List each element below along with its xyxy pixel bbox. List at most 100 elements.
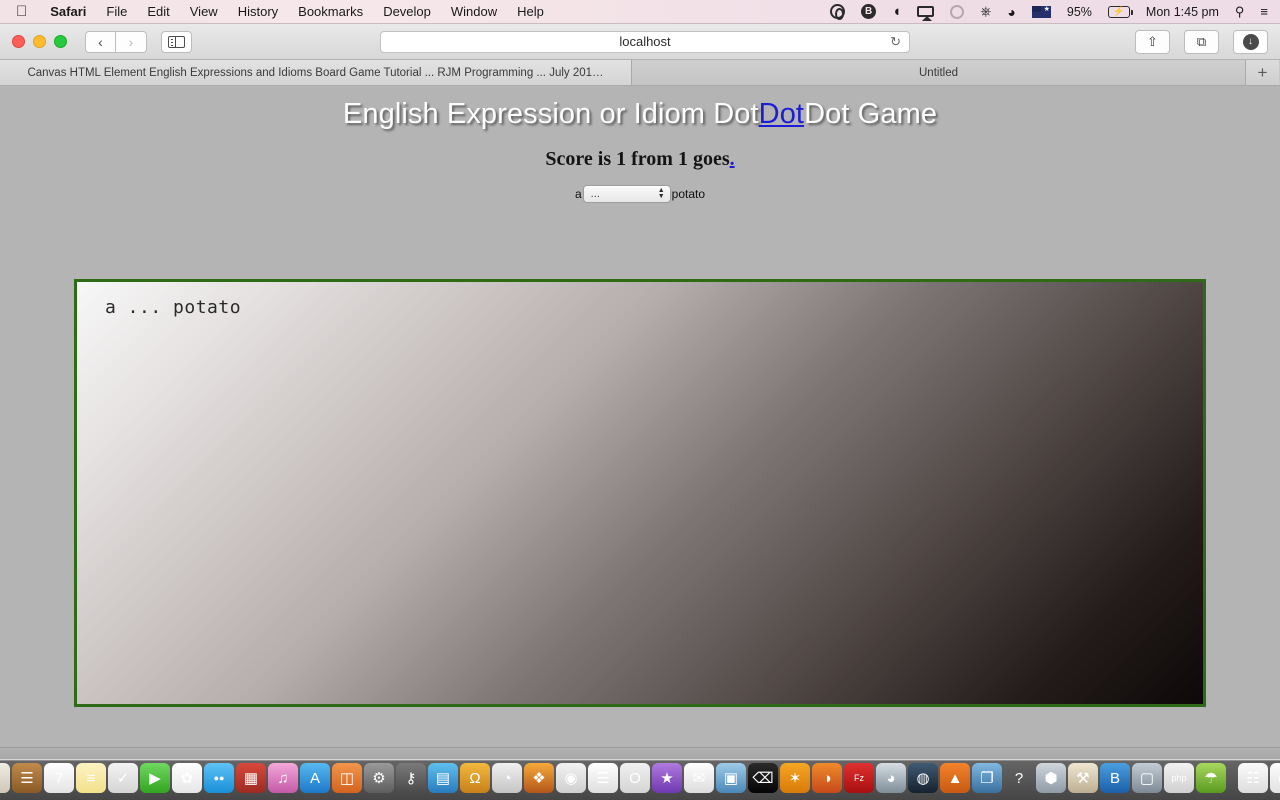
share-icon: ⇧: [1147, 33, 1158, 49]
notification-center-icon[interactable]: ≡: [1252, 4, 1280, 19]
dropbox-icon[interactable]: [822, 4, 853, 20]
menu-item-help[interactable]: Help: [507, 4, 554, 19]
dock-icon-photo-booth[interactable]: ▦: [236, 763, 266, 793]
new-tab-button[interactable]: +: [1246, 60, 1279, 85]
dock-icon-automator[interactable]: ⚒: [1068, 763, 1098, 793]
dock-icon-photos[interactable]: ✿: [172, 763, 202, 793]
tabs-icon: ⧉: [1196, 33, 1207, 49]
canvas-phrase-text: a ... potato: [105, 297, 242, 318]
dock-icon-vlc[interactable]: ▲: [940, 763, 970, 793]
dock-icon-system-preferences[interactable]: ⚙: [364, 763, 394, 793]
close-window-button[interactable]: [12, 35, 25, 48]
dock: ☺◉✥✎☰7≡✓▶✿●●▦♫A◫⚙⚷▤Ω◔❖◉☰O★✉▣⌫✶◑Fz◕◍▲❐?⬢⚒…: [0, 760, 1280, 800]
dock-icon-app-store[interactable]: A: [300, 763, 330, 793]
menu-item-bookmarks[interactable]: Bookmarks: [288, 4, 373, 19]
dot-link[interactable]: Dot: [759, 98, 804, 130]
share-button[interactable]: ⇧: [1135, 29, 1170, 54]
dock-icon-xcode[interactable]: ☂: [1196, 763, 1226, 793]
dock-icon-downloads-stack[interactable]: ▭: [1270, 763, 1280, 793]
menu-bar:  Safari File Edit View History Bookmark…: [0, 0, 1280, 24]
web-page-content: English Expression or Idiom DotDotDot Ga…: [0, 86, 1280, 759]
sidebar-toggle-button[interactable]: [161, 30, 192, 53]
menu-item-file[interactable]: File: [96, 4, 137, 19]
back-button[interactable]: ‹: [85, 30, 116, 53]
dock-icon-opera[interactable]: O: [620, 763, 650, 793]
show-tabs-button[interactable]: ⧉: [1184, 29, 1219, 54]
dock-icon-notes[interactable]: ≡: [76, 763, 106, 793]
dock-icon-filezilla[interactable]: Fz: [844, 763, 874, 793]
toolbar-right-buttons: ⇧ ⧉ ↓: [1135, 29, 1268, 54]
page-title: English Expression or Idiom DotDotDot Ga…: [0, 86, 1280, 131]
forward-button[interactable]: ›: [116, 30, 147, 53]
dock-icon-virtualbox-box[interactable]: ⬢: [1036, 763, 1066, 793]
navigation-buttons: ‹ ›: [85, 30, 147, 53]
downloads-button[interactable]: ↓: [1233, 29, 1268, 54]
menu-item-edit[interactable]: Edit: [137, 4, 179, 19]
reload-icon[interactable]: ↻: [890, 34, 901, 50]
dock-icon-preview[interactable]: ✉: [684, 763, 714, 793]
dock-icon-avast[interactable]: ✶: [780, 763, 810, 793]
dock-icon-vivaldi[interactable]: ★: [652, 763, 682, 793]
spotlight-search-icon[interactable]: ⚲: [1227, 4, 1253, 20]
bluetooth-icon[interactable]: ⎈: [972, 3, 999, 20]
dock-icon-virtualbox[interactable]: ▢: [1132, 763, 1162, 793]
dock-icon-steam[interactable]: ◍: [908, 763, 938, 793]
wifi-icon[interactable]: ◕: [999, 5, 1023, 19]
australia-flag-icon[interactable]: [1024, 5, 1059, 18]
dock-icon-help-viewer[interactable]: ?: [1004, 763, 1034, 793]
vpn-icon[interactable]: ◖: [884, 3, 909, 20]
dock-icon-xampp[interactable]: Ω: [460, 763, 490, 793]
dock-icon-pearl[interactable]: ◔: [492, 763, 522, 793]
dock-icon-php[interactable]: php: [1164, 763, 1194, 793]
game-canvas[interactable]: a ... potato: [77, 282, 1203, 704]
safari-window: ‹ › localhost ↻ ⇧ ⧉ ↓ Canvas HTML Elemen…: [0, 24, 1280, 760]
dock-icon-terminal[interactable]: ⌫: [748, 763, 778, 793]
dock-icon-bootstrap[interactable]: B: [1100, 763, 1130, 793]
dock-icon-disk-utility[interactable]: ▤: [428, 763, 458, 793]
minimize-window-button[interactable]: [33, 35, 46, 48]
dock-icon-reminders[interactable]: ✓: [108, 763, 138, 793]
dock-icon-screenshot[interactable]: ▣: [716, 763, 746, 793]
dock-icon-documents-stack[interactable]: ☷: [1238, 763, 1268, 793]
dock-icon-ibooks[interactable]: ◫: [332, 763, 362, 793]
dock-icon-messages[interactable]: ●●: [204, 763, 234, 793]
dock-icon-textedit[interactable]: ☰: [588, 763, 618, 793]
url-label: localhost: [619, 34, 671, 49]
prefix-word-label: a: [574, 187, 582, 201]
zoom-window-button[interactable]: [54, 35, 67, 48]
dock-icon-facetime[interactable]: ▶: [140, 763, 170, 793]
bittorrent-icon[interactable]: B: [853, 4, 884, 19]
dock-icon-fireworks[interactable]: ❖: [524, 763, 554, 793]
page-title-before: English Expression or Idiom Dot: [342, 98, 759, 130]
stepper-arrows-icon: ▲ ▼: [657, 187, 665, 200]
score-period-link[interactable]: .: [730, 148, 735, 170]
dock-icon-remote-desktop[interactable]: ❐: [972, 763, 1002, 793]
dock-icon-address-book[interactable]: ☰: [12, 763, 42, 793]
menu-item-develop[interactable]: Develop: [373, 4, 441, 19]
menu-item-safari[interactable]: Safari: [40, 4, 96, 19]
game-canvas-container[interactable]: a ... potato: [74, 279, 1206, 707]
time-machine-icon[interactable]: [942, 4, 972, 19]
apple-menu-icon[interactable]: : [0, 4, 40, 19]
dock-icon-itunes[interactable]: ♫: [268, 763, 298, 793]
address-bar[interactable]: localhost ↻: [380, 30, 910, 53]
tab-untitled[interactable]: Untitled: [632, 60, 1246, 85]
menu-bar-clock[interactable]: Mon 1:45 pm: [1138, 5, 1227, 19]
tab-bar: Canvas HTML Element English Expressions …: [0, 60, 1280, 86]
airplay-icon[interactable]: [909, 6, 942, 21]
dock-icon-firefox[interactable]: ◑: [812, 763, 842, 793]
menu-item-history[interactable]: History: [228, 4, 288, 19]
dock-icon-contacts[interactable]: ✎: [0, 763, 10, 793]
answer-select[interactable]: ... ▲ ▼: [582, 185, 671, 203]
answer-select-value: ...: [590, 188, 600, 200]
dock-icon-keychain[interactable]: ⚷: [396, 763, 426, 793]
tab-canvas-tutorial[interactable]: Canvas HTML Element English Expressions …: [0, 60, 632, 85]
battery-percent-label: 95%: [1066, 4, 1092, 19]
dock-icon-cyberduck[interactable]: ◕: [876, 763, 906, 793]
dock-icon-chrome[interactable]: ◉: [556, 763, 586, 793]
dock-icon-calendar[interactable]: 7: [44, 763, 74, 793]
menu-item-window[interactable]: Window: [441, 4, 507, 19]
window-controls: [12, 35, 67, 48]
battery-icon[interactable]: ⚡: [1100, 5, 1138, 18]
menu-item-view[interactable]: View: [180, 4, 228, 19]
